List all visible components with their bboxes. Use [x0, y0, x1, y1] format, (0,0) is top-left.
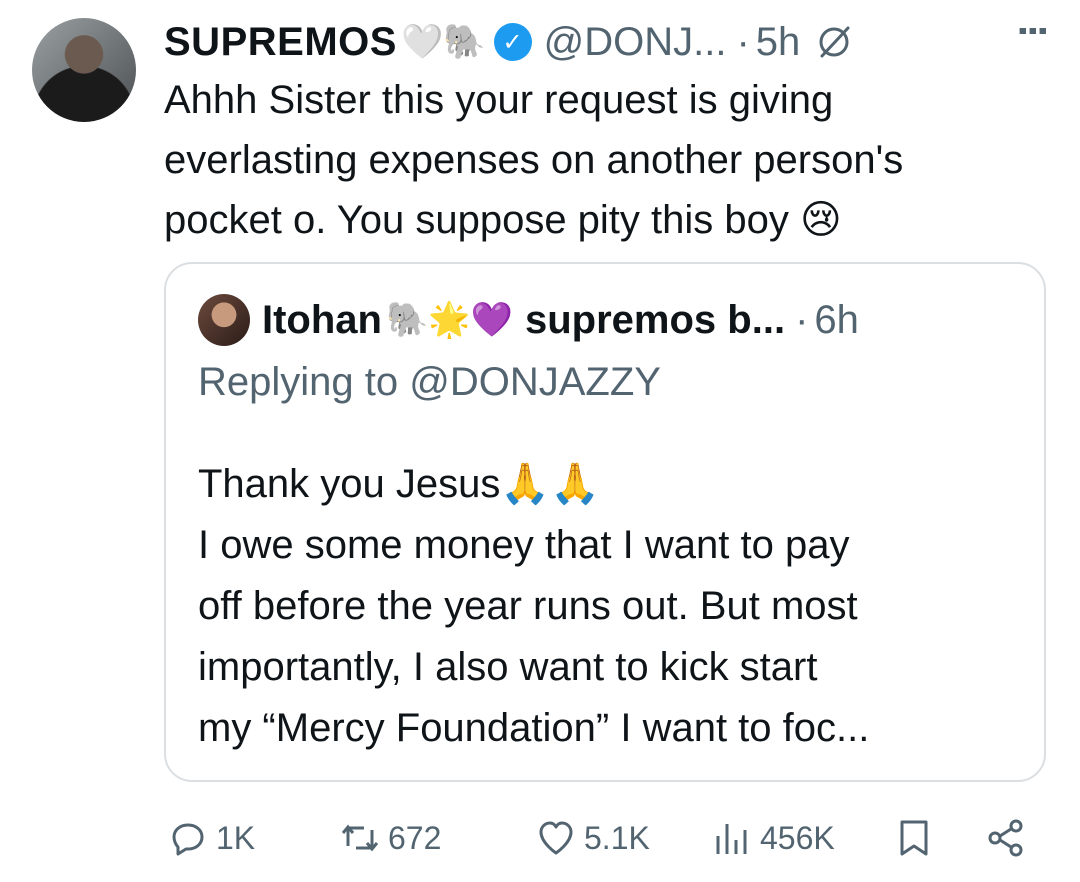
author-handle[interactable]: @DONJ...: [544, 20, 727, 65]
repost-icon: [341, 824, 379, 852]
bookmark-icon: [900, 820, 928, 856]
share-button[interactable]: [986, 818, 1026, 858]
quoted-tweet-text: Thank you Jesus🙏🙏 I owe some money that …: [198, 454, 1018, 759]
quoted-author-avatar: [198, 294, 250, 346]
heart-icon: [539, 821, 573, 855]
quoted-text-line: importantly, I also want to kick start: [198, 645, 818, 689]
like-button[interactable]: 5.1K: [536, 818, 650, 858]
tweet-text: Ahhh Sister this your request is giving …: [164, 70, 1054, 250]
quoted-author-emojis: 🐘🌟💜: [385, 300, 513, 340]
grok-icon[interactable]: [814, 22, 854, 62]
quoted-tweet-time: 6h: [814, 297, 859, 342]
tweet-text-line: pocket o. You suppose pity this boy 😢: [164, 198, 842, 242]
views-count: 456K: [760, 819, 835, 856]
tweet-text-line: Ahhh Sister this your request is giving: [164, 78, 834, 122]
author-name-emojis: 🤍🐘: [400, 22, 486, 62]
tweet-time[interactable]: 5h: [756, 20, 801, 65]
views-icon: [716, 824, 747, 854]
share-icon: [988, 819, 1023, 857]
quoted-text-line: off before the year runs out. But most: [198, 584, 858, 628]
quoted-text-line: Thank you Jesus🙏🙏: [198, 462, 600, 506]
reply-count: 1K: [216, 819, 256, 856]
tweet-text-line: everlasting expenses on another person's: [164, 138, 904, 182]
quoted-tweet-header: Itohan 🐘🌟💜 supremos b... · 6h: [262, 292, 1024, 348]
views-button[interactable]: 456K: [712, 818, 835, 858]
replying-to-text: Replying to @DONJAZZY: [198, 360, 661, 404]
bookmark-button[interactable]: [894, 818, 934, 858]
reply-icon: [172, 823, 204, 856]
more-options-icon[interactable]: ⋮: [1012, 14, 1052, 46]
repost-button[interactable]: 672: [340, 818, 441, 858]
author-name[interactable]: SUPREMOS: [164, 20, 397, 65]
author-avatar[interactable]: [32, 18, 136, 122]
tweet-actions-bar: 1K 672 5.1K 456K: [164, 808, 1050, 868]
repost-count: 672: [388, 819, 442, 856]
quoted-author-name-extra: supremos b...: [525, 297, 786, 342]
verified-badge-icon: ✓: [493, 23, 532, 61]
separator-dot: ·: [736, 19, 750, 64]
quoted-tweet-card[interactable]: Itohan 🐘🌟💜 supremos b... · 6h Replying t…: [164, 262, 1046, 782]
quoted-text-line: my “Mercy Foundation” I want to foc...: [198, 706, 870, 750]
reply-button[interactable]: 1K: [168, 818, 255, 858]
quoted-separator-dot: ·: [795, 297, 809, 342]
like-count: 5.1K: [584, 819, 650, 856]
quoted-text-line: I owe some money that I want to pay: [198, 523, 850, 567]
tweet-header: SUPREMOS 🤍🐘 ✓ @DONJ... · 5h: [164, 12, 1060, 72]
quoted-author-name: Itohan: [262, 297, 382, 342]
